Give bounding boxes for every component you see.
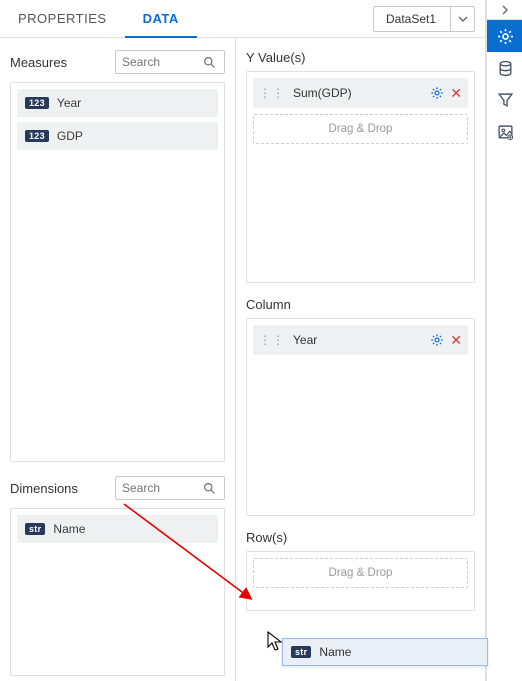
measures-search[interactable] [115,50,225,74]
chevron-down-icon [450,7,474,31]
grip-icon: ⋮⋮ [259,333,285,347]
close-icon[interactable]: ✕ [450,332,462,349]
rows-dropzone[interactable]: Drag & Drop [246,551,475,611]
dataset-select[interactable]: DataSet1 [373,6,475,32]
rail-image-icon[interactable] [487,116,522,148]
yvalue-label: Sum(GDP) [293,86,430,100]
grip-icon: ⋮⋮ [259,86,285,100]
dimensions-title: Dimensions [10,481,115,496]
search-icon [198,56,220,69]
yvalues-dropzone[interactable]: ⋮⋮ Sum(GDP) ✕ Drag & Drop [246,71,475,283]
column-label: Year [293,333,430,347]
tab-properties[interactable]: PROPERTIES [0,0,125,38]
measure-label: GDP [57,129,83,143]
type-chip-string: str [25,523,45,535]
dimensions-search[interactable] [115,476,225,500]
dimensions-list: str Name [10,508,225,676]
measure-item[interactable]: 123 Year [17,89,218,117]
measures-title: Measures [10,55,115,70]
dimension-label: Name [53,522,85,536]
type-chip-numeric: 123 [25,97,49,109]
rail-database-icon[interactable] [487,52,522,84]
search-icon [198,482,220,495]
rows-drop-target[interactable]: Drag & Drop [253,558,468,588]
close-icon[interactable]: ✕ [450,85,462,102]
rail-gear-icon[interactable] [487,20,522,52]
measures-list: 123 Year 123 GDP [10,82,225,462]
chevron-right-icon[interactable] [487,0,522,20]
measure-item[interactable]: 123 GDP [17,122,218,150]
dimension-item[interactable]: str Name [17,515,218,543]
gear-icon[interactable] [430,333,444,347]
dataset-selected-value: DataSet1 [374,12,450,26]
column-dropzone[interactable]: ⋮⋮ Year ✕ [246,318,475,516]
column-pill[interactable]: ⋮⋮ Year ✕ [253,325,468,355]
rows-title: Row(s) [246,530,475,545]
search-input[interactable] [116,481,198,495]
yvalues-title: Y Value(s) [246,50,475,65]
yvalues-drop-target[interactable]: Drag & Drop [253,114,468,144]
gear-icon[interactable] [430,86,444,100]
type-chip-numeric: 123 [25,130,49,142]
measure-label: Year [57,96,81,110]
column-title: Column [246,297,475,312]
search-input[interactable] [116,55,198,69]
tab-data[interactable]: DATA [125,0,197,38]
yvalue-pill[interactable]: ⋮⋮ Sum(GDP) ✕ [253,78,468,108]
rail-filter-icon[interactable] [487,84,522,116]
